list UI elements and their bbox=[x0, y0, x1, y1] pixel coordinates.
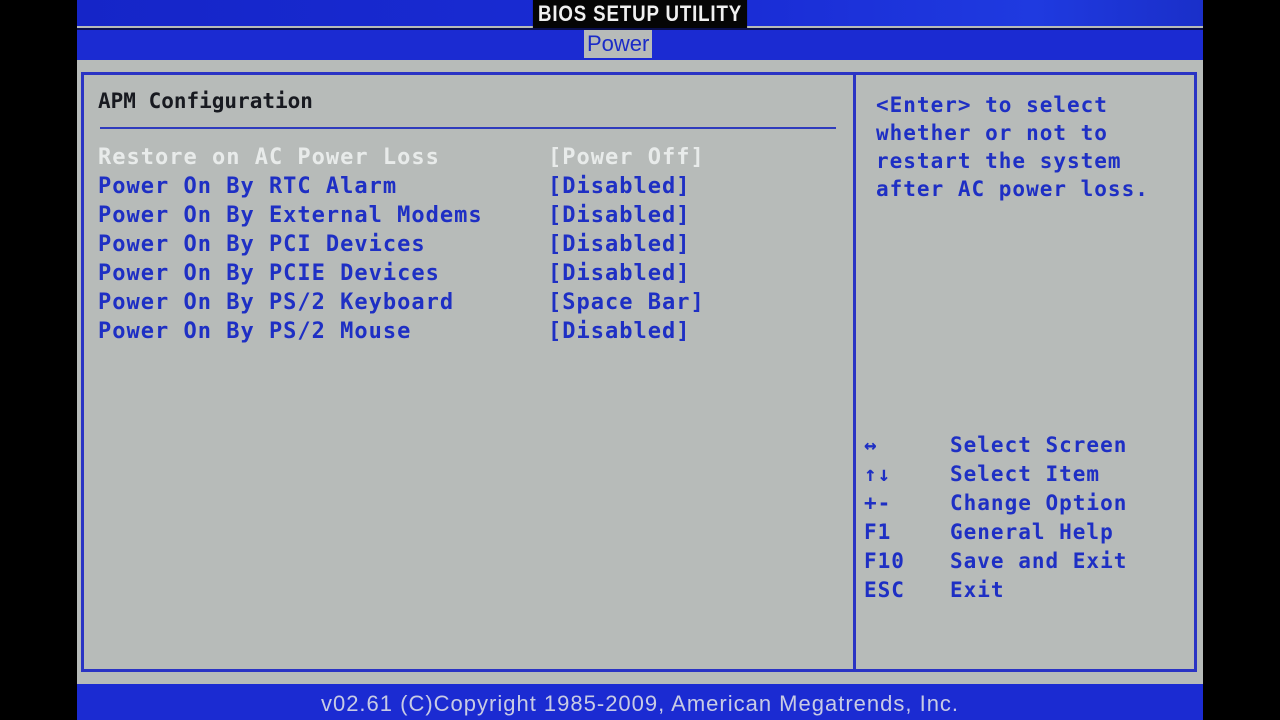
title-bar: BIOS SETUP UTILITY bbox=[77, 0, 1203, 28]
app-title: BIOS SETUP UTILITY bbox=[532, 0, 748, 28]
key-description: Exit bbox=[950, 578, 1005, 602]
help-panel: <Enter> to select whether or not to rest… bbox=[856, 75, 1194, 669]
key-label: F1 bbox=[864, 520, 892, 544]
footer-copyright: v02.61 (C)Copyright 1985-2009, American … bbox=[77, 684, 1203, 720]
help-line: restart the system bbox=[876, 149, 1122, 173]
left-right-arrow-icon: ↔ bbox=[864, 433, 878, 457]
setting-restore-on-ac-power-loss[interactable]: Restore on AC Power Loss [Power Off] bbox=[98, 143, 838, 172]
settings-panel: APM Configuration Restore on AC Power Lo… bbox=[84, 75, 856, 669]
main-frame: APM Configuration Restore on AC Power Lo… bbox=[81, 72, 1197, 672]
key-description: Select Screen bbox=[950, 433, 1128, 457]
setting-power-on-by-rtc-alarm[interactable]: Power On By RTC Alarm [Disabled] bbox=[98, 172, 838, 201]
section-title: APM Configuration bbox=[98, 89, 313, 113]
setting-label: Power On By RTC Alarm bbox=[98, 174, 398, 199]
setting-value[interactable]: [Power Off] bbox=[548, 143, 705, 172]
setting-value[interactable]: [Disabled] bbox=[548, 259, 690, 288]
bios-screen: BIOS SETUP UTILITY Power APM Configurati… bbox=[77, 0, 1203, 720]
setting-label: Power On By PCIE Devices bbox=[98, 261, 440, 286]
setting-label: Power On By External Modems bbox=[98, 203, 483, 228]
help-line: after AC power loss. bbox=[876, 177, 1149, 201]
setting-value[interactable]: [Disabled] bbox=[548, 172, 690, 201]
help-line: whether or not to bbox=[876, 121, 1108, 145]
setting-value[interactable]: [Space Bar] bbox=[548, 288, 705, 317]
setting-label: Restore on AC Power Loss bbox=[98, 145, 440, 170]
setting-label: Power On By PS/2 Mouse bbox=[98, 319, 412, 344]
tab-power[interactable]: Power bbox=[584, 30, 653, 58]
setting-value[interactable]: [Disabled] bbox=[548, 230, 690, 259]
setting-power-on-by-ps2-keyboard[interactable]: Power On By PS/2 Keyboard [Space Bar] bbox=[98, 288, 838, 317]
help-line: <Enter> to select bbox=[876, 93, 1108, 117]
key-label: F10 bbox=[864, 549, 905, 573]
setting-power-on-by-external-modems[interactable]: Power On By External Modems [Disabled] bbox=[98, 201, 838, 230]
settings-list: Restore on AC Power Loss [Power Off] Pow… bbox=[98, 143, 838, 346]
setting-label: Power On By PS/2 Keyboard bbox=[98, 290, 455, 315]
setting-power-on-by-pci-devices[interactable]: Power On By PCI Devices [Disabled] bbox=[98, 230, 838, 259]
help-description: <Enter> to select whether or not to rest… bbox=[876, 91, 1206, 203]
setting-power-on-by-pcie-devices[interactable]: Power On By PCIE Devices [Disabled] bbox=[98, 259, 838, 288]
section-divider bbox=[100, 127, 836, 129]
plus-minus-icon: +- bbox=[864, 491, 892, 515]
key-description: Select Item bbox=[950, 462, 1101, 486]
setting-power-on-by-ps2-mouse[interactable]: Power On By PS/2 Mouse [Disabled] bbox=[98, 317, 838, 346]
tab-bar: Power bbox=[77, 28, 1203, 60]
up-down-arrow-icon: ↑↓ bbox=[864, 462, 892, 486]
key-label: ESC bbox=[864, 578, 905, 602]
key-description: Change Option bbox=[950, 491, 1128, 515]
setting-value[interactable]: [Disabled] bbox=[548, 317, 690, 346]
setting-label: Power On By PCI Devices bbox=[98, 232, 426, 257]
key-description: Save and Exit bbox=[950, 549, 1128, 573]
key-description: General Help bbox=[950, 520, 1114, 544]
setting-value[interactable]: [Disabled] bbox=[548, 201, 690, 230]
